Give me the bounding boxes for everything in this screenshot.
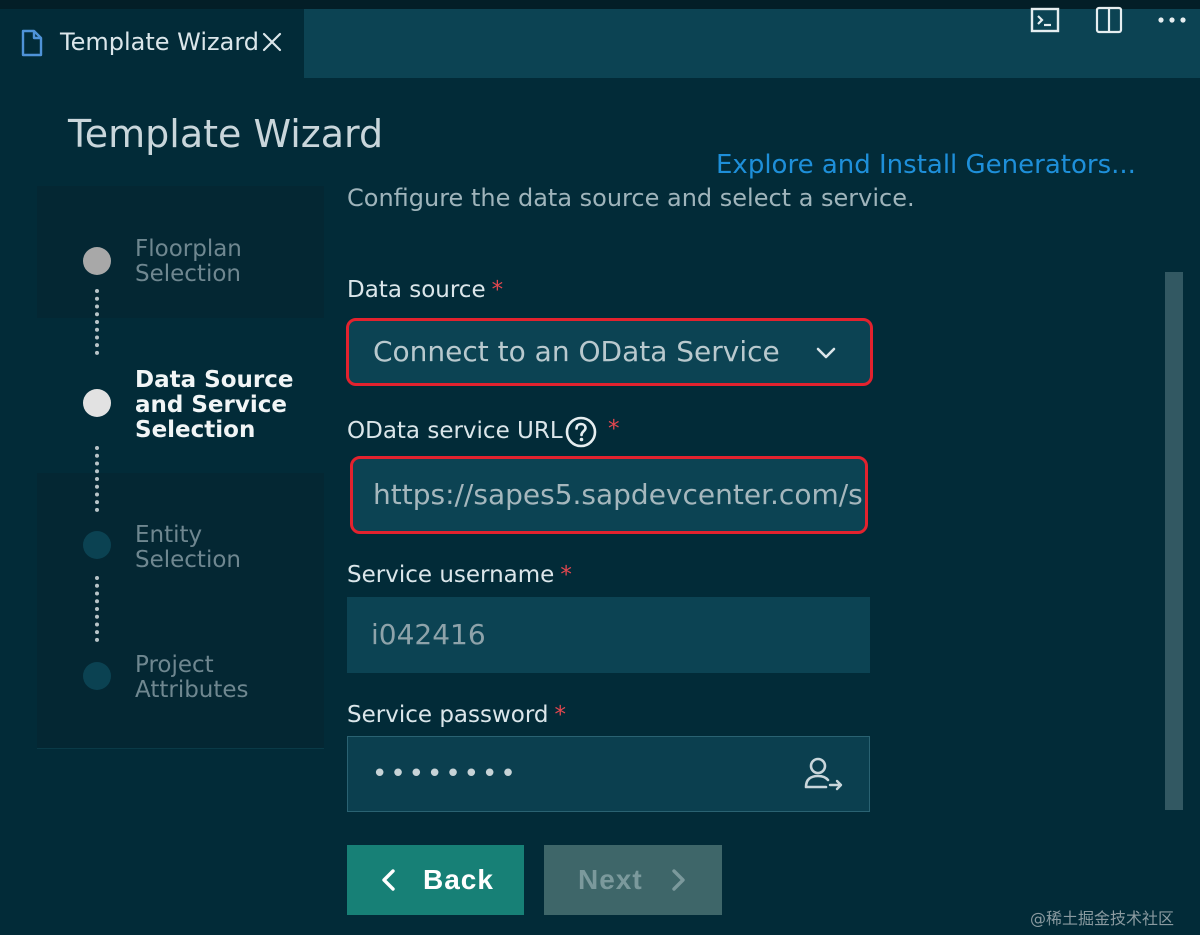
service-username-input[interactable]: i042416 <box>347 597 870 673</box>
step-connector <box>95 576 99 642</box>
step-indicator-pending <box>83 662 111 690</box>
chevron-right-icon <box>672 869 685 891</box>
back-button[interactable]: Back <box>347 845 524 915</box>
tab-label: Template Wizard <box>60 28 259 56</box>
close-icon[interactable] <box>260 30 284 54</box>
odata-url-label: OData service URL <box>347 418 563 444</box>
ellipsis-icon[interactable] <box>1152 0 1192 40</box>
chevron-down-icon <box>816 347 836 359</box>
data-source-label: Data source * <box>347 277 504 303</box>
chevron-left-icon <box>382 869 395 891</box>
form-scrollbar[interactable] <box>1165 272 1183 810</box>
data-source-value: Connect to an OData Service <box>373 335 780 368</box>
user-login-icon[interactable] <box>801 756 845 792</box>
step-label: Project Attributes <box>135 652 249 703</box>
required-mark: * <box>491 277 504 303</box>
tab-template-wizard[interactable]: Template Wizard <box>0 9 304 78</box>
tabbar-top-border <box>0 0 1200 9</box>
required-mark: * <box>560 562 572 588</box>
data-source-select[interactable]: Connect to an OData Service <box>346 318 873 386</box>
explore-generators-link[interactable]: Explore and Install Generators... <box>716 150 1136 180</box>
step-connector <box>95 446 99 512</box>
odata-service-url-input[interactable]: https://sapes5.sapdevcenter.com/s <box>350 456 868 534</box>
next-button[interactable]: Next <box>544 845 722 915</box>
step-project-attributes[interactable] <box>37 748 324 935</box>
help-circle-icon[interactable] <box>565 416 597 448</box>
editor-tab-bar: Template Wizard <box>0 0 1200 78</box>
back-button-label: Back <box>423 864 494 895</box>
page-title: Template Wizard <box>68 112 384 156</box>
wizard-steps: Floorplan Selection Data Source and Serv… <box>37 186 324 935</box>
terminal-icon[interactable] <box>1025 0 1065 40</box>
step-label: Data Source and Service Selection <box>135 367 294 443</box>
watermark: @稀土掘金技术社区 <box>1030 909 1175 928</box>
split-editor-icon[interactable] <box>1089 0 1129 40</box>
step-label: Entity Selection <box>135 522 241 573</box>
step-indicator-completed <box>83 247 111 275</box>
step-description: Configure the data source and select a s… <box>347 184 915 212</box>
step-label: Floorplan Selection <box>135 236 242 287</box>
service-password-label: Service password * <box>347 702 567 728</box>
required-mark: * <box>608 416 620 442</box>
step-indicator-pending <box>83 531 111 559</box>
service-username-label: Service username * <box>347 562 572 588</box>
file-icon <box>21 29 43 57</box>
step-connector <box>95 289 99 355</box>
step-indicator-active <box>83 389 111 417</box>
service-password-input[interactable]: •••••••• <box>347 736 870 812</box>
step-entity[interactable] <box>37 473 324 748</box>
next-button-label: Next <box>578 864 643 895</box>
template-wizard-window: Template Wizard Template Wizard Explore … <box>0 0 1200 935</box>
required-mark: * <box>554 702 567 728</box>
